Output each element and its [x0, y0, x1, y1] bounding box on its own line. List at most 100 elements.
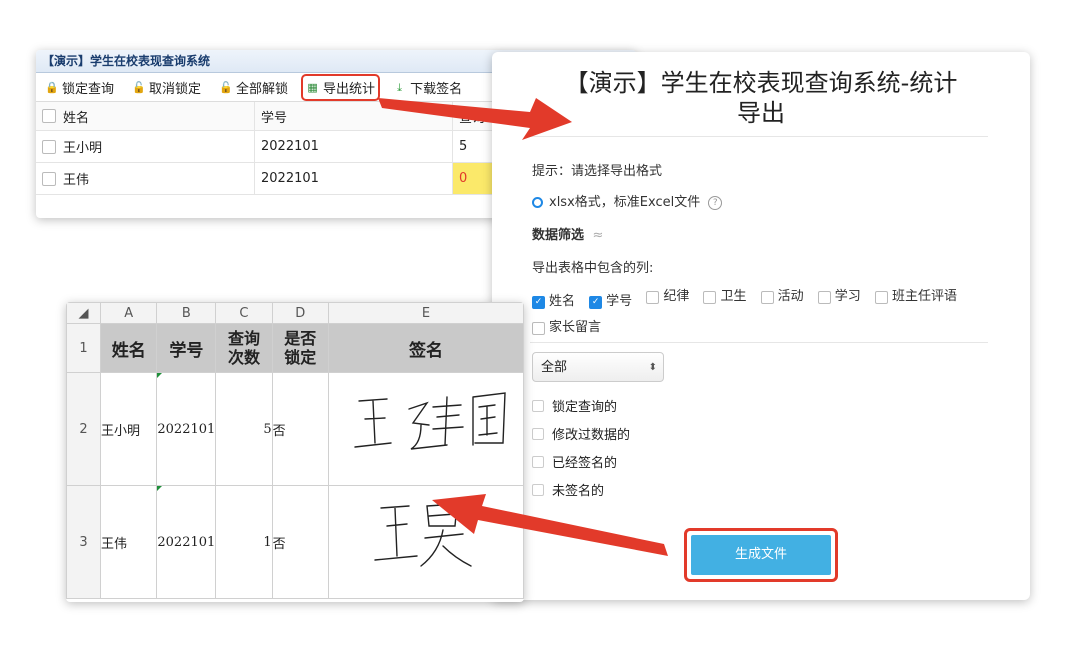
- collapse-caret-icon[interactable]: ≈: [593, 228, 604, 243]
- column-option-label: 活动: [777, 289, 804, 304]
- checkbox[interactable]: [532, 483, 544, 496]
- column-letters-row: ◢ A B C D E: [66, 302, 524, 324]
- checkbox[interactable]: [532, 321, 545, 335]
- col-header-name[interactable]: 姓名: [57, 102, 255, 131]
- header-line: 查询: [227, 329, 260, 348]
- checkbox[interactable]: [646, 290, 660, 304]
- sheet-cell-locked[interactable]: 否: [271, 372, 329, 486]
- lock-query-button[interactable]: 🔒 锁定查询: [42, 76, 117, 99]
- cell-name: 王伟: [57, 162, 255, 195]
- sheet-row: 3 王伟 2022101 1 否: [66, 485, 524, 599]
- col-letter[interactable]: B: [156, 302, 217, 324]
- format-option[interactable]: xlsx格式，标准Excel文件?: [532, 191, 723, 210]
- error-indicator-icon: [157, 373, 163, 378]
- generate-file-button[interactable]: 生成文件: [691, 535, 831, 575]
- export-stats-label: 导出统计: [323, 81, 376, 97]
- checkbox[interactable]: [817, 290, 831, 304]
- select-all-checkbox[interactable]: [42, 109, 56, 123]
- sheet-header-id[interactable]: 学号: [156, 323, 217, 373]
- filter-unsigned[interactable]: 未签名的: [532, 480, 604, 499]
- sheet-cell-signature[interactable]: [327, 485, 524, 599]
- excel-grid: ◢ A B C D E 1 姓名 学号 查询 次数 是否 锁定 签名 2 王小明 2…: [66, 302, 524, 599]
- filter-select-value: 全部: [541, 360, 568, 375]
- row-number[interactable]: 3: [66, 485, 102, 599]
- filter-modified[interactable]: 修改过数据的: [532, 424, 630, 443]
- filter-label: 未签名的: [552, 484, 605, 499]
- sheet-cell-name[interactable]: 王伟: [100, 485, 158, 599]
- checkbox[interactable]: [532, 427, 544, 440]
- cell-id: 2022101: [254, 130, 453, 163]
- error-indicator-icon: [157, 486, 163, 491]
- filter-signed[interactable]: 已经签名的: [532, 452, 617, 471]
- help-icon[interactable]: ?: [708, 195, 723, 210]
- divider: [530, 136, 988, 137]
- checkbox[interactable]: [703, 290, 717, 304]
- generate-highlight: 生成文件: [684, 528, 838, 582]
- column-option-label: 学习: [834, 289, 861, 304]
- checkbox[interactable]: [532, 399, 544, 412]
- export-dialog: 【演示】学生在校表现查询系统-统计 导出 提示：请选择导出格式 xlsx格式，标…: [492, 52, 1030, 600]
- header-line: 次数: [227, 348, 260, 367]
- col-letter[interactable]: A: [100, 302, 158, 324]
- unlock-all-button[interactable]: 🔓 全部解锁: [216, 76, 291, 99]
- filter-locked[interactable]: 锁定查询的: [532, 396, 617, 415]
- sheet-header-locked[interactable]: 是否 锁定: [271, 323, 329, 373]
- sheet-header-count[interactable]: 查询 次数: [215, 323, 273, 373]
- unlock-all-icon: 🔓: [219, 80, 233, 94]
- sheet-cell-count[interactable]: 1: [215, 485, 273, 599]
- col-letter[interactable]: D: [271, 302, 329, 324]
- cancel-lock-button[interactable]: 🔓 取消锁定: [129, 76, 204, 99]
- column-option-label: 班主任评语: [891, 289, 957, 304]
- column-option-label: 家长留言: [549, 320, 602, 335]
- column-option-label: 卫生: [720, 289, 747, 304]
- sheet-cell-id-value: 2022101: [157, 421, 216, 437]
- sheet-cell-locked[interactable]: 否: [271, 485, 329, 599]
- filter-select[interactable]: 全部 ⬍: [532, 352, 664, 382]
- row-number[interactable]: 2: [66, 372, 102, 486]
- filter-label: 修改过数据的: [552, 428, 631, 443]
- row-checkbox[interactable]: [42, 139, 56, 154]
- checkbox[interactable]: [874, 290, 888, 304]
- column-option-hygiene[interactable]: 卫生: [703, 284, 746, 310]
- col-letter[interactable]: E: [327, 302, 524, 324]
- divider: [530, 342, 988, 343]
- column-option-label: 纪律: [663, 289, 690, 304]
- sheet-header-row: 1 姓名 学号 查询 次数 是否 锁定 签名: [66, 323, 524, 373]
- checkbox-checked-icon[interactable]: ✓: [532, 295, 545, 309]
- dialog-title: 【演示】学生在校表现查询系统-统计 导出: [492, 68, 1030, 128]
- row-number[interactable]: 1: [66, 323, 102, 373]
- checkbox[interactable]: [532, 455, 544, 468]
- sheet-cell-count[interactable]: 5: [215, 372, 273, 486]
- sheet-cell-name[interactable]: 王小明: [100, 372, 158, 486]
- sheet-cell-id[interactable]: 2022101: [156, 372, 217, 486]
- col-header-id[interactable]: 学号: [254, 102, 453, 131]
- signature-image: [354, 392, 506, 450]
- sheet-header-name[interactable]: 姓名: [100, 323, 158, 373]
- corner-icon[interactable]: ◢: [66, 302, 102, 324]
- column-option-study[interactable]: 学习: [817, 284, 861, 310]
- download-signature-button[interactable]: ⤓ 下载签名: [390, 76, 465, 99]
- cancel-lock-label: 取消锁定: [149, 81, 202, 97]
- sheet-cell-id[interactable]: 2022101: [156, 485, 217, 599]
- lock-query-label: 锁定查询: [62, 81, 115, 97]
- column-option-parent-message[interactable]: 家长留言: [532, 315, 601, 341]
- column-option-name[interactable]: ✓ 姓名: [532, 289, 575, 315]
- column-option-id[interactable]: ✓ 学号: [589, 289, 632, 315]
- column-option-teacher-comment[interactable]: 班主任评语: [874, 284, 957, 310]
- format-radio[interactable]: [532, 197, 543, 208]
- column-option-label: 姓名: [549, 294, 576, 309]
- checkbox-checked-icon[interactable]: ✓: [589, 295, 603, 309]
- unlock-icon: 🔓: [132, 80, 146, 94]
- sheet-cell-signature[interactable]: [327, 372, 524, 486]
- signature-image: [374, 503, 472, 567]
- sheet-header-signature[interactable]: 签名: [327, 323, 524, 373]
- column-option-activity[interactable]: 活动: [760, 284, 804, 310]
- checkbox[interactable]: [760, 290, 774, 304]
- filter-label: 锁定查询的: [552, 400, 618, 415]
- row-checkbox[interactable]: [42, 171, 56, 186]
- col-letter[interactable]: C: [215, 302, 273, 324]
- filter-heading[interactable]: 数据筛选 ≈: [532, 224, 603, 243]
- sheet-row: 2 王小明 2022101 5 否: [66, 372, 524, 486]
- export-stats-button[interactable]: ▦ 导出统计: [301, 73, 381, 101]
- column-option-discipline[interactable]: 纪律: [646, 284, 689, 310]
